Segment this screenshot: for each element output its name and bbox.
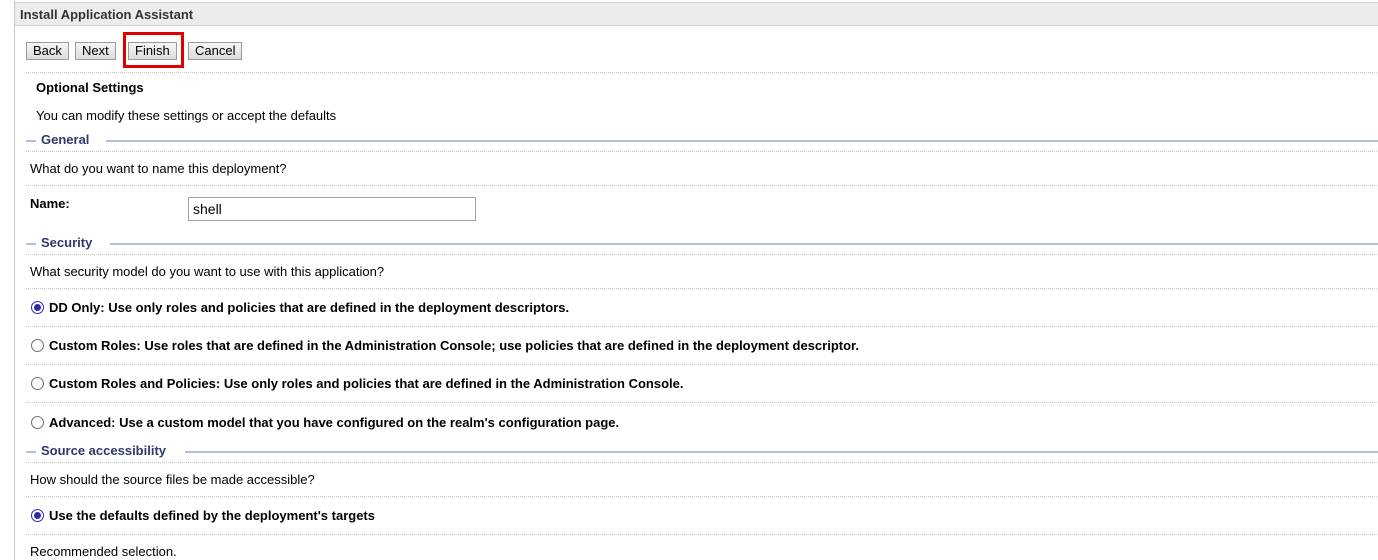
section-title-source: Source accessibility xyxy=(38,443,170,458)
divider xyxy=(26,185,1378,186)
section-security: Security xyxy=(26,235,1378,250)
next-button[interactable]: Next xyxy=(75,42,116,60)
window-title: Install Application Assistant xyxy=(20,7,194,22)
security-radio-dd-only[interactable] xyxy=(31,301,44,314)
divider xyxy=(26,288,1378,289)
divider xyxy=(26,254,1378,255)
divider xyxy=(26,364,1378,365)
section-title-security: Security xyxy=(38,235,96,250)
security-radio-advanced[interactable] xyxy=(31,416,44,429)
security-radio-custom-roles-policies[interactable] xyxy=(31,377,44,390)
finish-button[interactable]: Finish xyxy=(128,42,177,60)
divider xyxy=(26,151,1378,152)
divider xyxy=(26,72,1378,73)
security-option-label: DD Only: Use only roles and policies tha… xyxy=(49,300,570,315)
security-radio-custom-roles[interactable] xyxy=(31,339,44,352)
name-field[interactable] xyxy=(188,197,476,221)
divider xyxy=(26,402,1378,403)
section-source: Source accessibility xyxy=(26,443,1378,458)
section-title-general: General xyxy=(38,132,93,147)
section-general: General xyxy=(26,132,1378,147)
window-titlebar: Install Application Assistant xyxy=(15,2,1378,26)
security-question: What security model do you want to use w… xyxy=(30,264,385,279)
source-question: How should the source files be made acce… xyxy=(30,472,315,487)
source-option-label: Use the defaults defined by the deployme… xyxy=(49,508,375,523)
name-label: Name: xyxy=(30,196,70,211)
back-button[interactable]: Back xyxy=(26,42,69,60)
assistant-frame: Install Application Assistant Back Next … xyxy=(14,0,1378,560)
cancel-button[interactable]: Cancel xyxy=(188,42,243,60)
divider xyxy=(26,326,1378,327)
source-note: Recommended selection. xyxy=(30,544,177,559)
security-option-label: Custom Roles and Policies: Use only role… xyxy=(49,376,684,391)
divider xyxy=(26,534,1378,535)
general-question: What do you want to name this deployment… xyxy=(30,161,287,176)
page-description: You can modify these settings or accept … xyxy=(36,108,337,123)
source-radio-defaults[interactable] xyxy=(31,509,44,522)
divider xyxy=(26,496,1378,497)
divider xyxy=(26,462,1378,463)
security-option-label: Custom Roles: Use roles that are defined… xyxy=(49,338,859,353)
page-heading: Optional Settings xyxy=(36,80,144,95)
security-option-label: Advanced: Use a custom model that you ha… xyxy=(49,415,620,430)
